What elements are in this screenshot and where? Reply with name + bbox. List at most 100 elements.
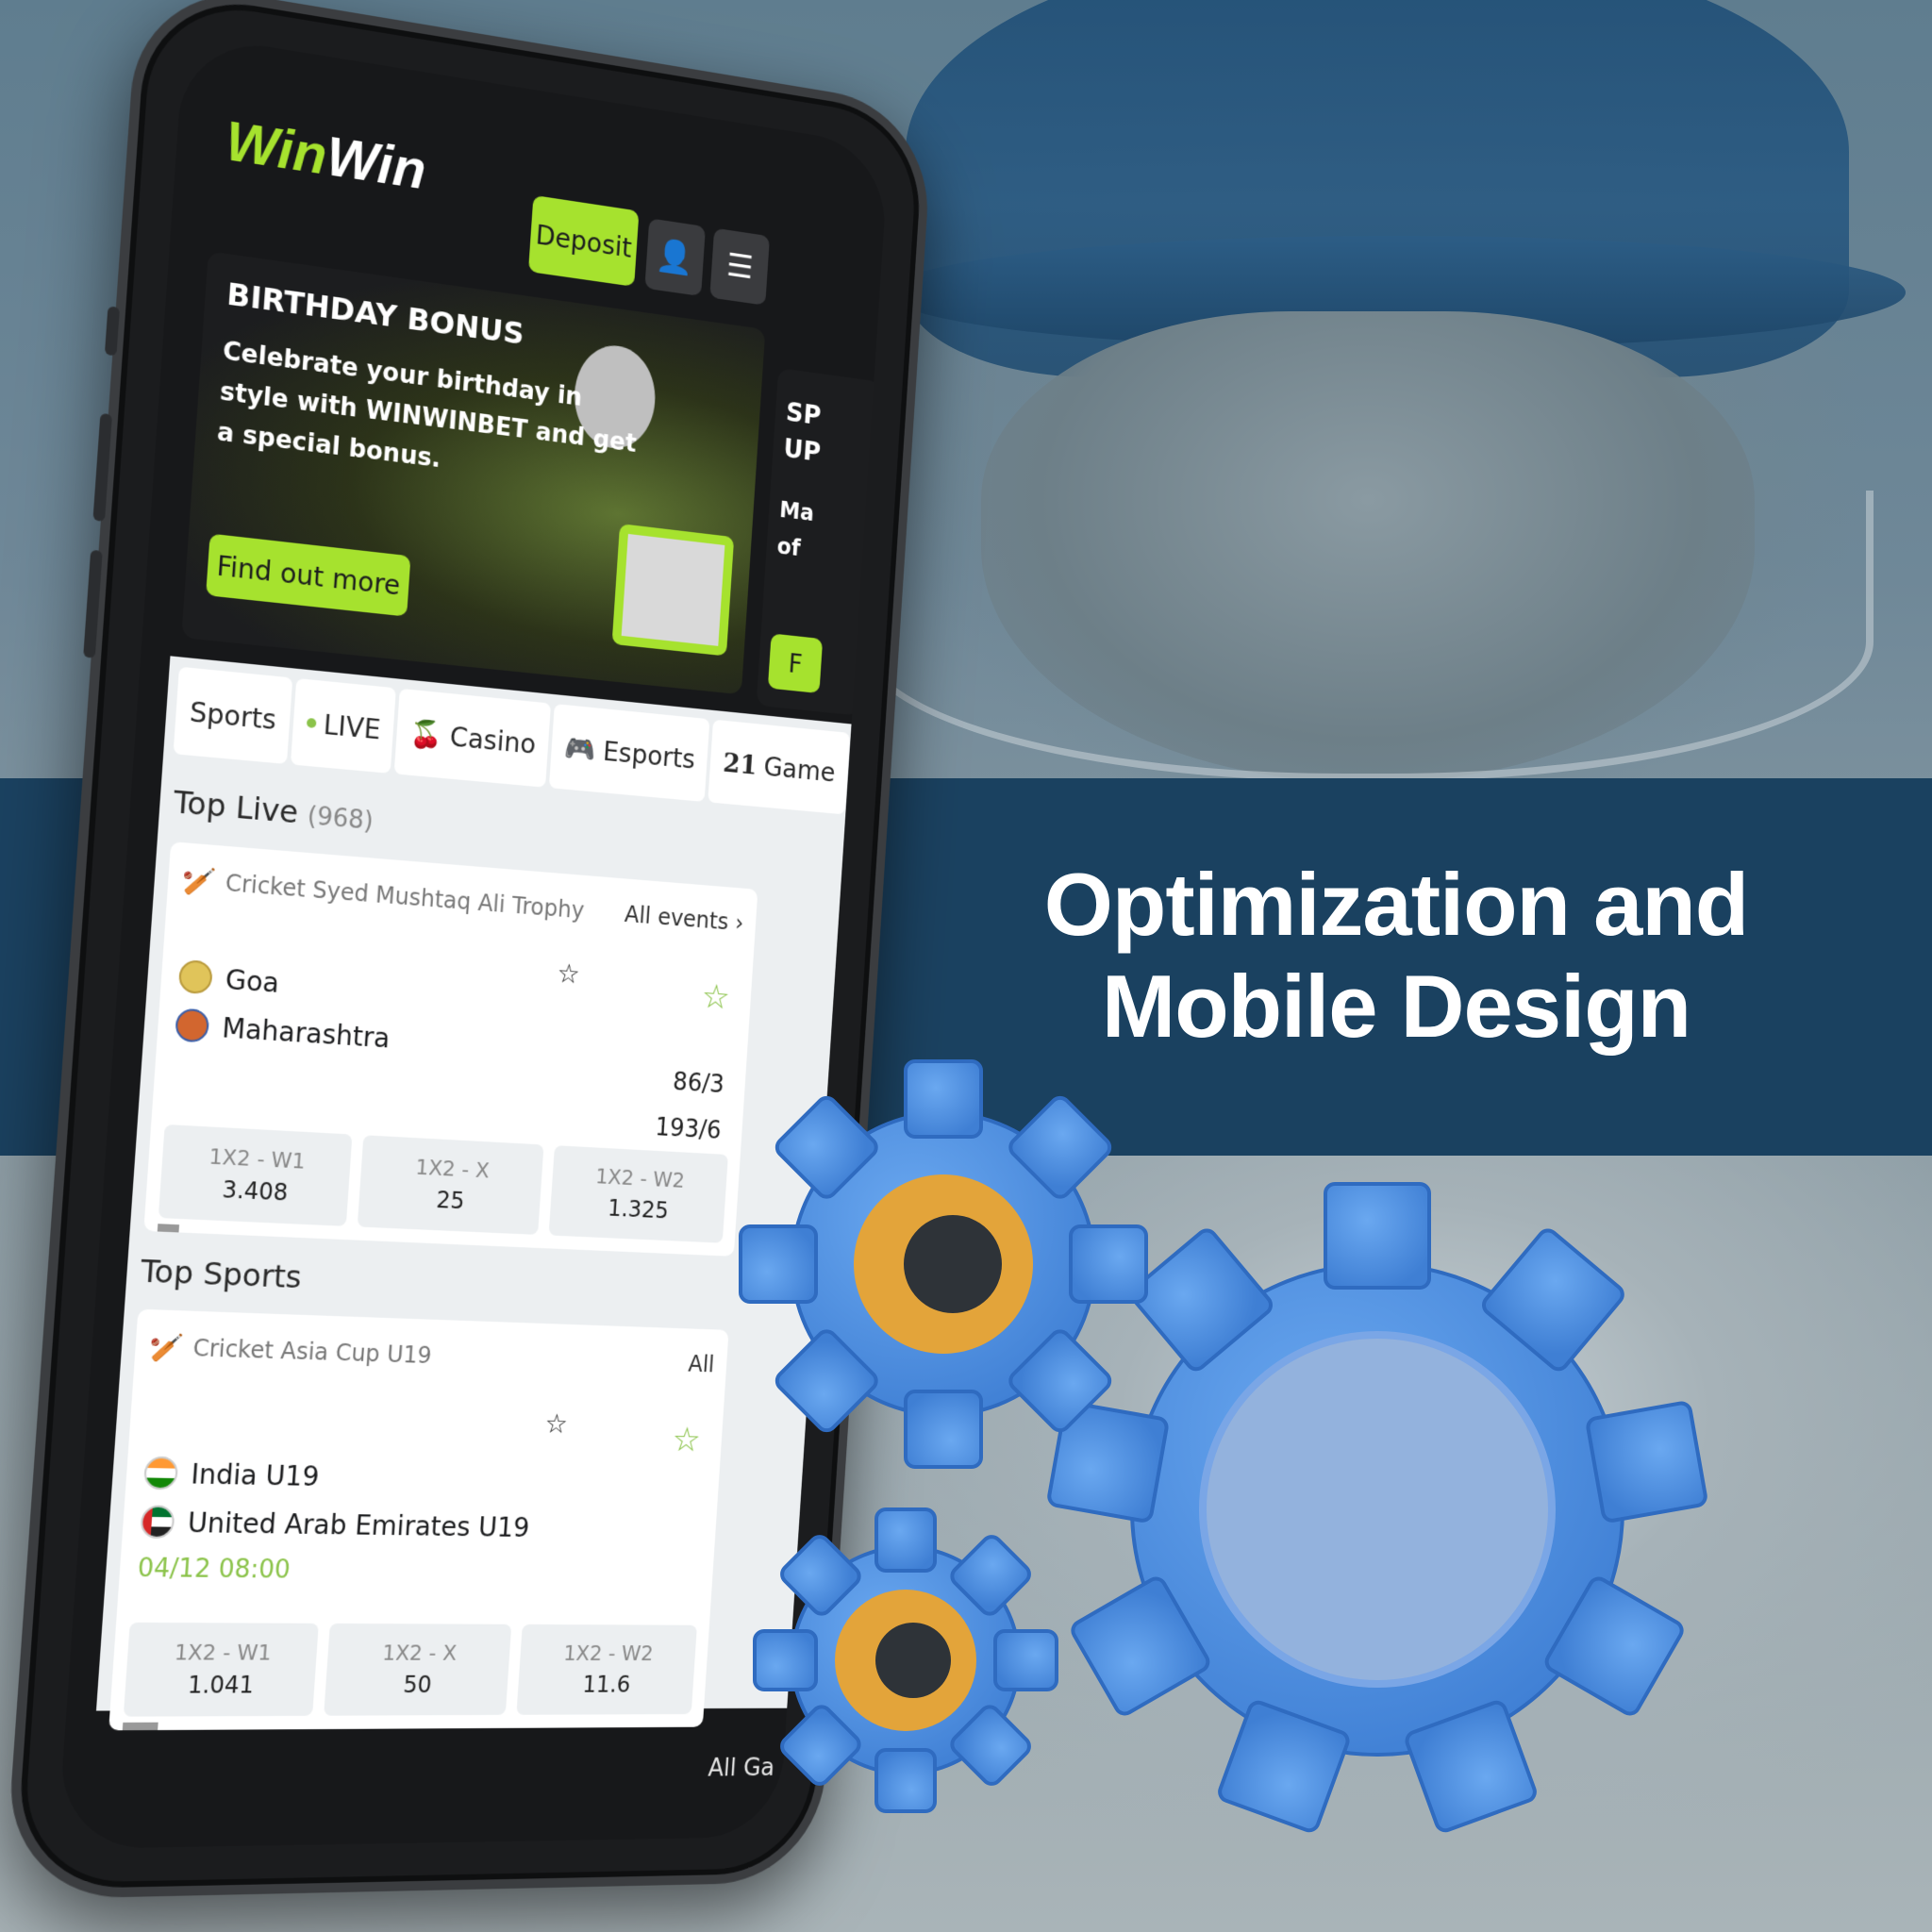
live-dot-icon [306, 717, 317, 728]
hamburger-menu-icon: ☰ [724, 246, 755, 288]
logo-part-2: Win [325, 125, 428, 202]
odd-x[interactable]: 1X2 - X 50 [324, 1623, 512, 1716]
odd-value: 50 [402, 1671, 433, 1698]
odd-label: 1X2 - W2 [594, 1164, 686, 1193]
silent-switch [104, 306, 121, 357]
headline-line-1: Optimization and [1043, 855, 1749, 954]
team-1-name: India U19 [190, 1457, 321, 1492]
search-button[interactable]: ⚲ [847, 733, 874, 817]
team-2-name: United Arab Emirates U19 [186, 1506, 531, 1543]
gift-box-image [611, 524, 735, 657]
gamepad-icon: 🎮 [563, 731, 597, 766]
match-start-time: 04/12 08:00 [136, 1554, 291, 1585]
favorite-match-star-icon[interactable]: ☆ [700, 977, 730, 1017]
gear-tooth [1069, 1224, 1148, 1304]
odd-x[interactable]: 1X2 - X 25 [357, 1135, 544, 1235]
gear-tooth [874, 1748, 937, 1813]
gear-tooth [904, 1390, 983, 1469]
odd-value: 3.408 [221, 1175, 290, 1207]
team-2: Maharashtra [175, 1008, 391, 1054]
odds-row: 1X2 - W1 3.408 1X2 - X 25 1X2 - W2 1.325 [158, 1124, 728, 1243]
tab-casino[interactable]: 🍒 Casino [394, 688, 552, 788]
chevron-right-icon: › [734, 909, 745, 937]
team-1-score: 86/3 [672, 1068, 725, 1100]
small-gear-icon [753, 1507, 1058, 1813]
gear-hub [1199, 1331, 1556, 1688]
helmet-grille [858, 491, 1874, 781]
gear-hole [904, 1215, 1002, 1313]
medium-gear-icon [739, 1059, 1148, 1469]
team-2-name: Maharashtra [221, 1011, 391, 1055]
team-2-score: 193/6 [654, 1113, 723, 1145]
headline-line-2: Mobile Design [1101, 957, 1691, 1056]
team-1: Goa [177, 958, 281, 999]
odd-label: 1X2 - W1 [208, 1144, 307, 1174]
tab-game[interactable]: 21 Game [708, 719, 850, 815]
odd-value: 11.6 [581, 1671, 632, 1698]
tab-game-label: Game [762, 750, 837, 788]
gear-tooth [739, 1224, 818, 1304]
odd-value: 1.325 [607, 1194, 670, 1224]
horizontal-scroll-indicator[interactable] [122, 1722, 158, 1731]
top-sports-title: Top Sports [139, 1252, 303, 1296]
user-icon: 👤 [655, 236, 695, 279]
team-2: United Arab Emirates U19 [140, 1505, 530, 1543]
horizontal-scroll-indicator[interactable] [157, 1224, 180, 1233]
favorite-league-star-icon[interactable]: ☆ [544, 1408, 569, 1440]
search-icon: ⚲ [849, 756, 874, 794]
winwin-logo[interactable]: WinWin [224, 108, 427, 203]
goa-badge-icon [177, 958, 214, 995]
tab-esports[interactable]: 🎮 Esports [549, 704, 710, 803]
odd-label: 1X2 - W1 [173, 1641, 273, 1666]
deposit-button[interactable]: Deposit [527, 194, 640, 287]
promo2-text-line-1: Ma [778, 496, 815, 526]
find-out-more-button[interactable]: Find out more [206, 533, 411, 617]
card-header: 🏏 Cricket Syed Mushtaq Ali Trophy All ev… [180, 860, 744, 941]
top-live-label: Top Live [172, 783, 300, 831]
banner-text: Celebrate your birthday in style with WI… [216, 337, 638, 475]
odd-w1[interactable]: 1X2 - W1 1.041 [123, 1622, 319, 1717]
odd-w2[interactable]: 1X2 - W2 1.325 [548, 1145, 728, 1243]
odd-w2[interactable]: 1X2 - W2 11.6 [516, 1624, 697, 1715]
tab-live-label: LIVE [322, 708, 382, 746]
odd-label: 1X2 - X [381, 1641, 458, 1666]
user-button[interactable]: 👤 [644, 218, 706, 297]
all-events-label: All events [624, 901, 730, 936]
odds-row: 1X2 - W1 1.041 1X2 - X 50 1X2 - W2 11.6 [123, 1622, 697, 1717]
favorite-match-star-icon[interactable]: ☆ [671, 1421, 702, 1459]
live-match-card[interactable]: 🏏 Cricket Syed Mushtaq Ali Trophy All ev… [143, 841, 758, 1257]
all-events-link[interactable]: All [688, 1351, 715, 1377]
uae-flag-icon [140, 1505, 175, 1540]
favorite-league-star-icon[interactable]: ☆ [557, 958, 581, 990]
tab-casino-label: Casino [448, 720, 538, 760]
sports-match-card[interactable]: 🏏 Cricket Asia Cup U19 All ☆ ☆ India U19… [108, 1308, 729, 1731]
gear-tooth [753, 1629, 818, 1691]
second-promo-banner[interactable]: SP UP Ma of F [756, 368, 881, 716]
tab-sports[interactable]: Sports [173, 666, 293, 764]
team-1: India U19 [142, 1456, 321, 1493]
birthday-bonus-banner[interactable]: BIRTHDAY BONUS Celebrate your birthday i… [181, 251, 766, 695]
all-events-link[interactable]: All events › [624, 901, 744, 936]
21-icon: 21 [722, 746, 758, 781]
league-name: Cricket Asia Cup U19 [192, 1334, 433, 1370]
card-header: 🏏 Cricket Asia Cup U19 All [148, 1327, 716, 1383]
league-name: Cricket Syed Mushtaq Ali Trophy [224, 869, 586, 924]
gear-tooth [993, 1629, 1058, 1691]
gear-tooth [1586, 1401, 1707, 1523]
odd-label: 1X2 - X [414, 1155, 491, 1183]
gear-hole [875, 1623, 951, 1698]
india-flag-icon [142, 1456, 179, 1491]
odd-label: 1X2 - W2 [562, 1641, 655, 1666]
menu-button[interactable]: ☰ [709, 227, 771, 306]
team-1-name: Goa [224, 962, 281, 999]
promo2-button[interactable]: F [767, 633, 824, 694]
odd-w1[interactable]: 1X2 - W1 3.408 [158, 1124, 353, 1226]
promo2-title-line-1: SP [785, 396, 823, 432]
tab-live[interactable]: LIVE [290, 677, 397, 774]
promo2-title-line-2: UP [782, 432, 822, 468]
tab-sports-label: Sports [189, 695, 277, 736]
odd-value: 1.041 [186, 1671, 256, 1699]
cherries-icon: 🍒 [408, 716, 444, 752]
cricket-bat-icon: 🏏 [148, 1330, 185, 1364]
logo-part-1: Win [224, 108, 329, 187]
